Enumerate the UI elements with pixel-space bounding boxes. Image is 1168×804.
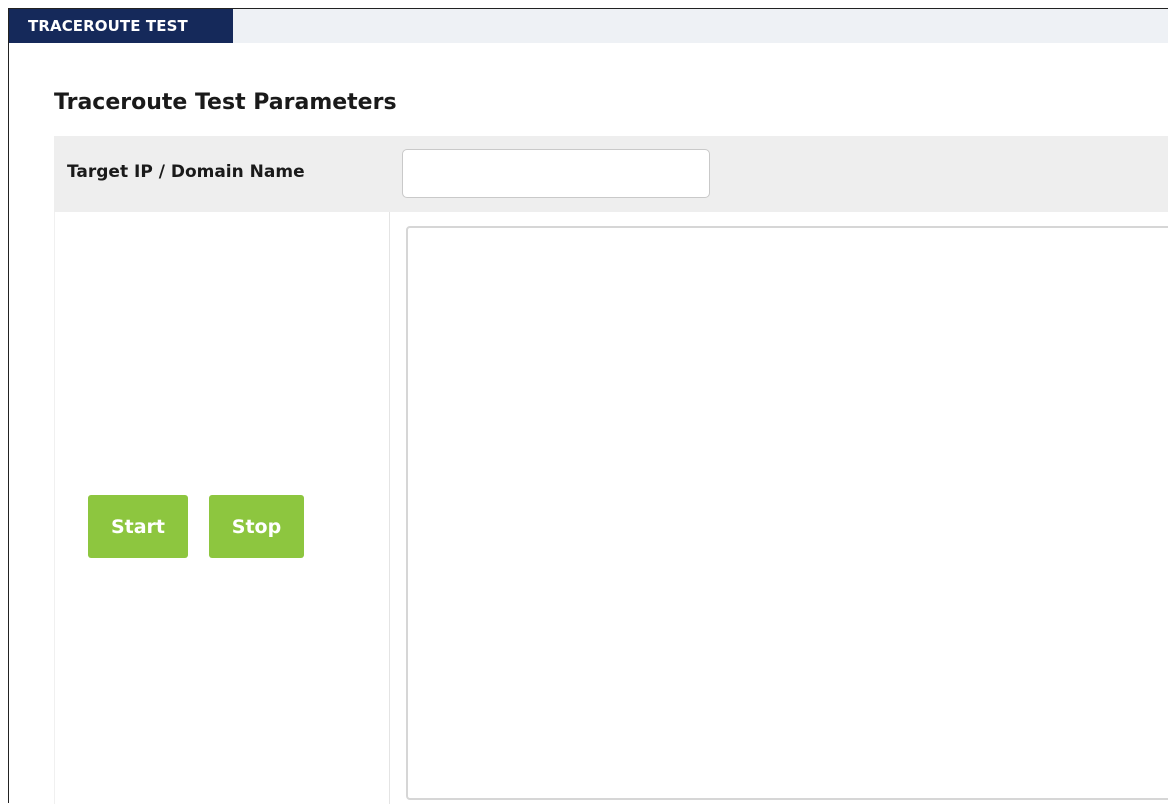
start-button[interactable]: Start xyxy=(88,495,188,558)
target-label: Target IP / Domain Name xyxy=(67,162,305,182)
stop-button[interactable]: Stop xyxy=(209,495,304,558)
section-title: Traceroute Test Parameters xyxy=(54,90,397,115)
target-input[interactable] xyxy=(402,149,710,198)
panel-tab-title: TRACEROUTE TEST xyxy=(9,9,233,43)
target-row: Target IP / Domain Name xyxy=(54,136,1168,212)
target-label-cell: Target IP / Domain Name xyxy=(54,136,390,212)
traceroute-panel: TRACEROUTE TEST Traceroute Test Paramete… xyxy=(8,8,1168,804)
panel-header: TRACEROUTE TEST xyxy=(9,9,1168,43)
traceroute-output[interactable] xyxy=(406,226,1168,800)
parameters-table: Target IP / Domain Name Start Stop xyxy=(54,136,1168,804)
output-row: Start Stop xyxy=(54,212,1168,804)
controls-cell: Start Stop xyxy=(54,212,390,804)
